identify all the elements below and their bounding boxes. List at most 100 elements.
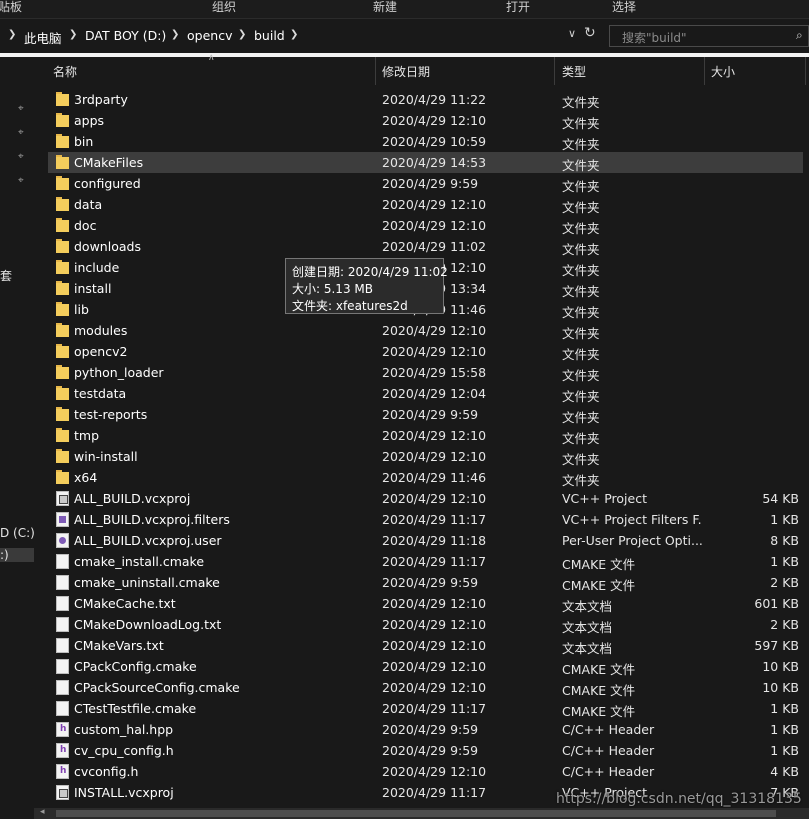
file-row[interactable]: cv_cpu_config.h 2020/4/29 9:59 C/C++ Heade… <box>48 740 803 761</box>
folder-icon <box>56 323 69 338</box>
pin-icon[interactable]: ⌖ <box>18 175 24 186</box>
file-row[interactable]: cvconfig.h 2020/4/29 12:10 C/C++ Header 4 K… <box>48 761 803 782</box>
scrollbar-thumb[interactable] <box>56 810 776 817</box>
search-icon[interactable]: ⌕ <box>796 28 803 43</box>
file-row[interactable]: downloads 2020/4/29 11:02 文件夹 <box>48 236 803 257</box>
file-name: CPackSourceConfig.cmake <box>74 680 240 695</box>
breadcrumb-this-pc[interactable]: 此电脑 <box>24 28 62 47</box>
file-name: x64 <box>74 470 98 485</box>
tooltip-folders: 文件夹: xfeatures2d <box>292 299 408 313</box>
file-row[interactable]: modules 2020/4/29 12:10 文件夹 <box>48 320 803 341</box>
folder-icon <box>56 176 69 191</box>
scroll-left-icon[interactable]: ◂ <box>40 807 45 817</box>
breadcrumb-build[interactable]: build <box>254 28 285 43</box>
column-modified[interactable]: 修改日期 <box>382 63 430 80</box>
horizontal-scrollbar[interactable]: ◂ <box>34 807 809 819</box>
file-row[interactable]: configured 2020/4/29 9:59 文件夹 <box>48 173 803 194</box>
breadcrumb-chevron-icon[interactable]: ❯ <box>238 29 246 40</box>
file-row[interactable]: CMakeCache.txt 2020/4/29 12:10 文本文档 601 KB <box>48 593 803 614</box>
breadcrumb-opencv[interactable]: opencv <box>187 28 232 43</box>
file-row[interactable]: cmake_uninstall.cmake 2020/4/29 9:59 CMAKE… <box>48 572 803 593</box>
file-icon <box>56 554 69 569</box>
file-row[interactable]: ALL_BUILD.vcxproj.filters 2020/4/29 11:17… <box>48 509 803 530</box>
search-input[interactable]: 搜索"build" ⌕ <box>609 25 809 47</box>
file-size: 4 KB <box>770 764 799 779</box>
file-row[interactable]: CPackSourceConfig.cmake 2020/4/29 12:10 CM… <box>48 677 803 698</box>
header-file-icon <box>56 743 69 758</box>
file-name: 3rdparty <box>74 92 128 107</box>
file-row[interactable]: CTestTestfile.cmake 2020/4/29 11:17 CMAKE … <box>48 698 803 719</box>
file-row[interactable]: 3rdparty 2020/4/29 11:22 文件夹 <box>48 89 803 110</box>
file-row[interactable]: tmp 2020/4/29 12:10 文件夹 <box>48 425 803 446</box>
column-divider[interactable] <box>554 57 555 85</box>
file-size: 1 KB <box>770 701 799 716</box>
file-row[interactable]: ALL_BUILD.vcxproj.user 2020/4/29 11:18 Per… <box>48 530 803 551</box>
file-row[interactable]: python_loader 2020/4/29 15:58 文件夹 <box>48 362 803 383</box>
file-type: 文件夹 <box>562 368 600 383</box>
file-row[interactable]: ALL_BUILD.vcxproj 2020/4/29 12:10 VC++ Pro… <box>48 488 803 509</box>
file-icon <box>56 680 69 695</box>
file-row[interactable]: CMakeFiles 2020/4/29 14:53 文件夹 <box>48 152 803 173</box>
folder-icon <box>56 470 69 485</box>
breadcrumb-chevron-icon[interactable]: ❯ <box>290 29 298 40</box>
column-name[interactable]: 名称 <box>53 63 77 80</box>
file-row[interactable]: data 2020/4/29 12:10 文件夹 <box>48 194 803 215</box>
file-row[interactable]: cmake_install.cmake 2020/4/29 11:17 CMAKE … <box>48 551 803 572</box>
file-row[interactable]: apps 2020/4/29 12:10 文件夹 <box>48 110 803 131</box>
file-row[interactable]: bin 2020/4/29 10:59 文件夹 <box>48 131 803 152</box>
file-size: 10 KB <box>762 680 799 695</box>
file-modified: 2020/4/29 12:10 <box>382 638 487 653</box>
navigation-pane: ⌖ ⌖ ⌖ ⌖ 套 D (C:) :) <box>0 57 35 819</box>
file-modified: 2020/4/29 12:10 <box>382 596 487 611</box>
file-row[interactable]: CMakeDownloadLog.txt 2020/4/29 12:10 文本文档 2… <box>48 614 803 635</box>
column-divider[interactable] <box>704 57 705 85</box>
file-name: win-install <box>74 449 138 464</box>
pin-icon[interactable]: ⌖ <box>18 151 24 162</box>
file-modified: 2020/4/29 11:17 <box>382 512 487 527</box>
column-type[interactable]: 类型 <box>562 63 586 80</box>
file-row[interactable]: CMakeVars.txt 2020/4/29 12:10 文本文档 597 KB <box>48 635 803 656</box>
nav-item-drive-c[interactable]: D (C:) <box>0 526 35 540</box>
file-modified: 2020/4/29 12:10 <box>382 659 487 674</box>
file-modified: 2020/4/29 12:10 <box>382 113 487 128</box>
file-type: CMAKE 文件 <box>562 704 636 719</box>
address-history-dropdown-icon[interactable]: ∨ <box>568 27 576 40</box>
file-row[interactable]: custom_hal.hpp 2020/4/29 9:59 C/C++ Header… <box>48 719 803 740</box>
breadcrumb-chevron-icon[interactable]: ❯ <box>8 29 16 40</box>
file-name: ALL_BUILD.vcxproj.user <box>74 533 222 548</box>
file-row[interactable]: testdata 2020/4/29 12:04 文件夹 <box>48 383 803 404</box>
pin-icon[interactable]: ⌖ <box>18 127 24 138</box>
file-name: CTestTestfile.cmake <box>74 701 197 716</box>
folder-icon <box>56 302 69 317</box>
file-type: CMAKE 文件 <box>562 662 636 677</box>
breadcrumb-drive-d[interactable]: DAT BOY (D:) <box>85 28 166 43</box>
breadcrumb-chevron-icon[interactable]: ❯ <box>171 29 179 40</box>
file-name: cmake_install.cmake <box>74 554 205 569</box>
file-row[interactable]: CPackConfig.cmake 2020/4/29 12:10 CMAKE 文件… <box>48 656 803 677</box>
address-bar[interactable]: ❯ 此电脑 ❯ DAT BOY (D:) ❯ opencv ❯ build ❯ … <box>0 18 809 53</box>
file-row[interactable]: x64 2020/4/29 11:46 文件夹 <box>48 467 803 488</box>
file-name: CMakeFiles <box>74 155 144 170</box>
file-row[interactable]: doc 2020/4/29 12:10 文件夹 <box>48 215 803 236</box>
file-type: 文件夹 <box>562 326 600 341</box>
file-row[interactable]: win-install 2020/4/29 12:10 文件夹 <box>48 446 803 467</box>
file-type: CMAKE 文件 <box>562 578 636 593</box>
refresh-icon[interactable]: ↻ <box>584 25 596 41</box>
breadcrumb-chevron-icon[interactable]: ❯ <box>69 29 77 40</box>
nav-item-selected-drive[interactable]: :) <box>0 548 34 562</box>
pin-icon[interactable]: ⌖ <box>18 103 24 114</box>
file-type: 文件夹 <box>562 158 600 173</box>
file-modified: 2020/4/29 11:17 <box>382 701 487 716</box>
file-row[interactable]: opencv2 2020/4/29 12:10 文件夹 <box>48 341 803 362</box>
file-type: VC++ Project Filters F... <box>562 512 702 527</box>
file-name: cv_cpu_config.h <box>74 743 174 758</box>
file-row[interactable]: test-reports 2020/4/29 9:59 文件夹 <box>48 404 803 425</box>
column-divider[interactable] <box>805 57 806 85</box>
tooltip-created: 创建日期: 2020/4/29 11:02 <box>292 265 448 279</box>
file-size: 1 KB <box>770 743 799 758</box>
nav-item-partial[interactable]: 套 <box>0 267 12 284</box>
column-divider[interactable] <box>375 57 376 85</box>
folder-icon <box>56 260 69 275</box>
column-size[interactable]: 大小 <box>711 63 735 80</box>
file-modified: 2020/4/29 11:17 <box>382 785 487 800</box>
